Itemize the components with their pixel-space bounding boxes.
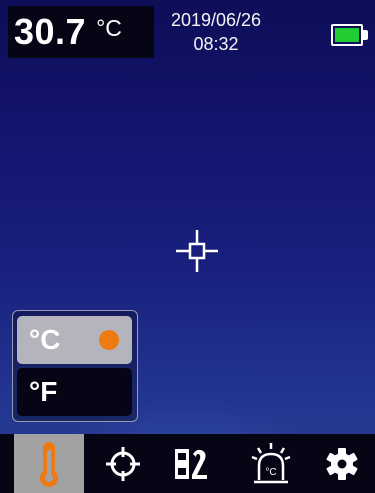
color-palette-icon — [175, 448, 207, 479]
date-text: 2019/06/26 — [170, 10, 262, 30]
temperature-unit-menu: °C °F — [12, 310, 138, 422]
center-temperature-readout: 30.7 °C — [8, 6, 154, 58]
temperature-unit: °C — [96, 15, 122, 41]
crosshair-target-icon — [106, 446, 140, 481]
settings-tool-button[interactable] — [316, 434, 368, 493]
measure-point-tool-button[interactable] — [98, 434, 148, 493]
fahrenheit-option[interactable]: °F — [17, 368, 132, 416]
center-crosshair-icon — [176, 230, 218, 272]
battery-tip — [363, 30, 368, 40]
selected-indicator — [99, 330, 119, 350]
thermal-camera-screen: 30.7 °C 2019/06/26 08:32 °C °F °C — [0, 0, 375, 493]
settings-gear-icon — [326, 447, 358, 480]
color-palette-tool-button[interactable] — [166, 434, 216, 493]
thermometer-icon — [40, 441, 58, 487]
fahrenheit-label: °F — [29, 376, 58, 407]
svg-text:°C: °C — [265, 467, 276, 478]
celsius-label: °C — [29, 324, 61, 355]
battery-icon — [331, 24, 369, 46]
temperature-value: 30.7 — [14, 11, 87, 52]
temperature-unit-tool-button[interactable] — [14, 434, 84, 493]
battery-level-fill — [335, 28, 359, 42]
date-time: 2019/06/26 08:32 — [160, 8, 272, 62]
bottom-toolbar: °C — [0, 434, 375, 493]
battery-body — [331, 24, 363, 46]
time-text: 08:32 — [193, 34, 239, 54]
celsius-option[interactable]: °C — [17, 316, 132, 364]
temperature-alarm-tool-button[interactable]: °C — [244, 434, 298, 493]
temperature-alarm-icon: °C — [251, 442, 291, 483]
